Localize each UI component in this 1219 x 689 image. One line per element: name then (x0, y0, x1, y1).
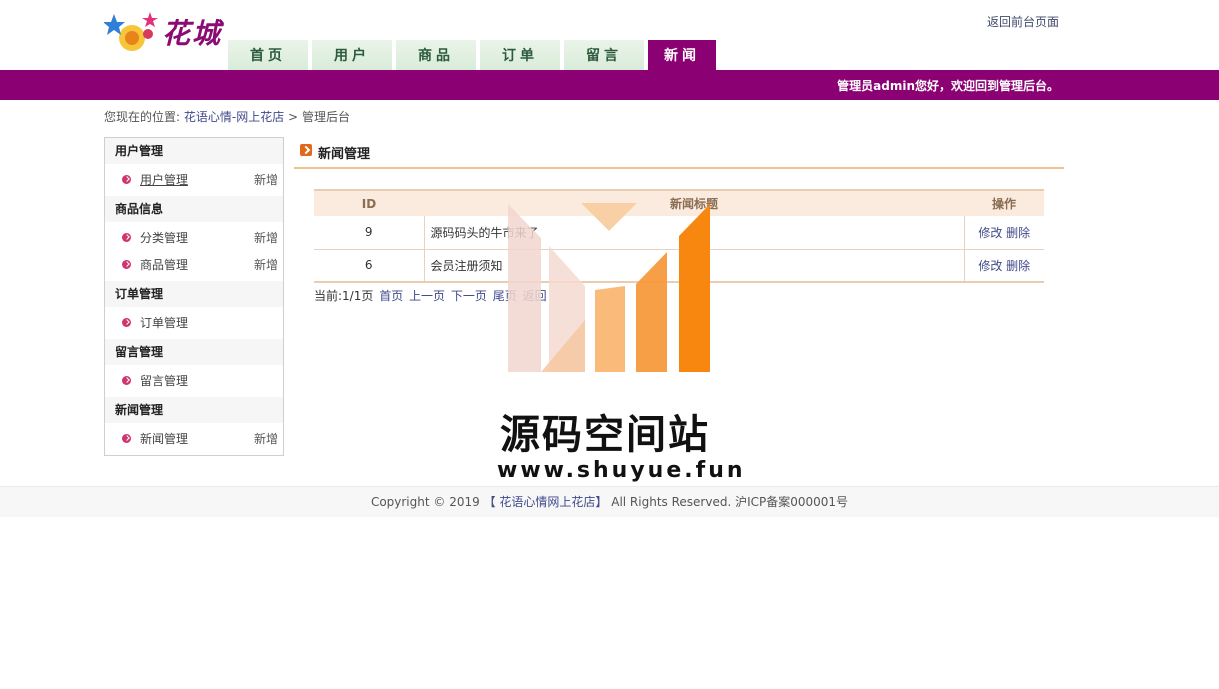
footer-shop-link[interactable]: 【 花语心情网上花店】 (484, 495, 608, 509)
arrow-right-icon (300, 144, 312, 156)
add-news-link[interactable]: 新增 (254, 423, 278, 455)
watermark-url: www.shuyue.fun (497, 458, 746, 483)
sidebar-item-label[interactable]: 留言管理 (140, 374, 188, 388)
sidebar-item-label[interactable]: 商品管理 (140, 258, 188, 272)
bullet-arrow-icon (122, 233, 131, 242)
tab-products[interactable]: 商品 (396, 40, 476, 70)
sidebar-item-label[interactable]: 订单管理 (140, 316, 188, 330)
sidebar-group-messages: 留言管理 (105, 339, 283, 365)
sidebar-item-product-management[interactable]: 商品管理 新增 (105, 249, 283, 281)
breadcrumb-shop-link[interactable]: 花语心情-网上花店 (184, 110, 284, 124)
column-header-id: ID (314, 189, 424, 216)
bullet-arrow-icon (122, 318, 131, 327)
breadcrumb: 您现在的位置: 花语心情-网上花店 > 管理后台 (104, 108, 350, 125)
add-user-link[interactable]: 新增 (254, 164, 278, 196)
breadcrumb-separator: > (288, 110, 299, 124)
cell-actions: 修改 删除 (964, 249, 1044, 283)
add-product-link[interactable]: 新增 (254, 249, 278, 281)
flower-logo-icon (103, 12, 158, 51)
pagination-next[interactable]: 下一页 (451, 289, 487, 303)
page-title: 新闻管理 (318, 147, 371, 162)
breadcrumb-current: 管理后台 (301, 110, 350, 124)
sidebar-group-users: 用户管理 (105, 138, 283, 164)
site-logo[interactable]: 花城 (103, 8, 226, 56)
pagination-first[interactable]: 首页 (379, 289, 403, 303)
logo-text: 花城 (162, 17, 223, 50)
delete-link[interactable]: 删除 (1006, 226, 1030, 240)
main-nav: 首页 用户 商品 订单 留言 新闻 (228, 40, 720, 70)
pagination-prev[interactable]: 上一页 (409, 289, 445, 303)
bullet-arrow-icon (122, 260, 131, 269)
sidebar-item-user-management[interactable]: 用户管理 新增 (105, 164, 283, 196)
column-header-actions: 操作 (964, 189, 1044, 216)
tab-home[interactable]: 首页 (228, 40, 308, 70)
tab-news[interactable]: 新闻 (648, 40, 716, 70)
sidebar-group-news: 新闻管理 (105, 397, 283, 423)
bullet-arrow-icon (122, 175, 131, 184)
cell-id: 9 (314, 216, 425, 250)
tab-messages[interactable]: 留言 (564, 40, 644, 70)
sidebar-group-orders: 订单管理 (105, 281, 283, 307)
header-bar: 管理员admin您好，欢迎回到管理后台。 (0, 70, 1219, 100)
watermark-logo-icon (508, 203, 710, 372)
edit-link[interactable]: 修改 (978, 226, 1002, 240)
delete-link[interactable]: 删除 (1006, 259, 1030, 273)
sidebar-item-news-management[interactable]: 新闻管理 新增 (105, 423, 283, 455)
sidebar-group-products: 商品信息 (105, 196, 283, 222)
watermark-text: 源码空间站 (500, 412, 710, 458)
bullet-arrow-icon (122, 376, 131, 385)
tab-users[interactable]: 用户 (312, 40, 392, 70)
sidebar-item-message-management[interactable]: 留言管理 (105, 365, 283, 397)
sidebar-item-label[interactable]: 新闻管理 (140, 432, 188, 446)
bullet-arrow-icon (122, 434, 131, 443)
footer-copyright: Copyright © 2019 (370, 495, 480, 509)
sidebar-item-label[interactable]: 分类管理 (140, 231, 188, 245)
pagination-status: 当前:1/1页 (314, 289, 374, 303)
footer-rights: All Rights Reserved. 沪ICP备案000001号 (611, 495, 849, 509)
footer: Copyright © 2019 【 花语心情网上花店】 All Rights … (0, 486, 1219, 517)
cell-id: 6 (314, 249, 425, 283)
main-header: 新闻管理 (294, 137, 1064, 169)
sidebar-item-label[interactable]: 用户管理 (140, 173, 188, 187)
breadcrumb-prefix: 您现在的位置: (104, 110, 181, 124)
tab-orders[interactable]: 订单 (480, 40, 560, 70)
back-to-frontend-link[interactable]: 返回前台页面 (987, 13, 1059, 30)
sidebar: 用户管理 用户管理 新增 商品信息 分类管理 新增 商品管理 新增 订单管理 订… (104, 137, 284, 456)
edit-link[interactable]: 修改 (978, 259, 1002, 273)
welcome-text: 管理员admin您好，欢迎回到管理后台。 (837, 79, 1059, 93)
cell-actions: 修改 删除 (964, 216, 1044, 250)
sidebar-item-order-management[interactable]: 订单管理 (105, 307, 283, 339)
